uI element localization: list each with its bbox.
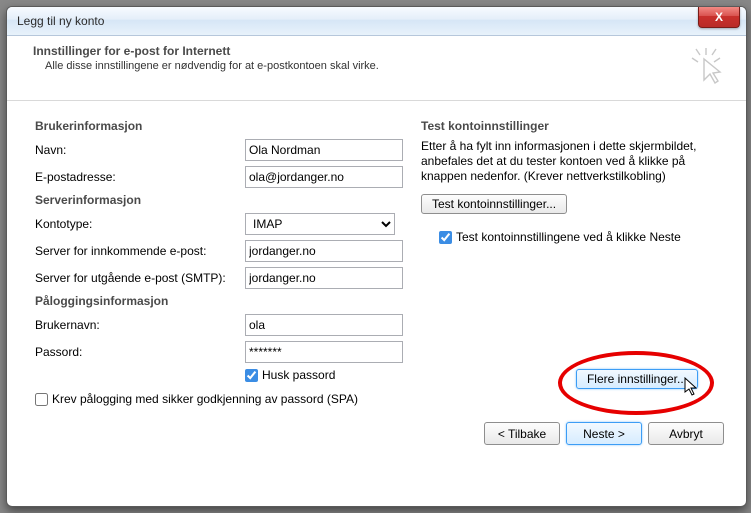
section-test-settings: Test kontoinnstillinger [421, 119, 724, 133]
name-field[interactable] [245, 139, 403, 161]
label-outgoing-server: Server for utgående e-post (SMTP): [35, 271, 245, 285]
more-settings-button[interactable]: Flere innstillinger... [576, 369, 698, 389]
row-outgoing-server: Server for utgående e-post (SMTP): [35, 267, 415, 289]
row-incoming-server: Server for innkommende e-post: [35, 240, 415, 262]
close-button[interactable]: X [698, 7, 740, 28]
cancel-button[interactable]: Avbryt [648, 422, 724, 445]
row-username: Brukernavn: [35, 314, 415, 336]
section-server-info: Serverinformasjon [35, 193, 415, 207]
header-title: Innstillinger for e-post for Internett [33, 44, 728, 58]
section-user-info: Brukerinformasjon [35, 119, 415, 133]
test-settings-button[interactable]: Test kontoinnstillinger... [421, 194, 567, 214]
label-account-type: Kontotype: [35, 217, 245, 231]
left-column: Brukerinformasjon Navn: E-postadresse: S… [35, 115, 415, 410]
incoming-server-field[interactable] [245, 240, 403, 262]
more-settings-container: Flere innstillinger... [576, 369, 698, 389]
row-email: E-postadresse: [35, 166, 415, 188]
outgoing-server-field[interactable] [245, 267, 403, 289]
wizard-cursor-icon [686, 46, 726, 86]
row-name: Navn: [35, 139, 415, 161]
header-panel: Innstillinger for e-post for Internett A… [7, 36, 746, 101]
row-remember-password: Husk passord [245, 368, 415, 382]
next-button[interactable]: Neste > [566, 422, 642, 445]
right-column: Test kontoinnstillinger Etter å ha fylt … [415, 115, 724, 410]
row-spa: Krev pålogging med sikker godkjenning av… [35, 392, 415, 406]
label-email: E-postadresse: [35, 170, 245, 184]
label-password: Passord: [35, 345, 245, 359]
label-name: Navn: [35, 143, 245, 157]
back-button[interactable]: < Tilbake [484, 422, 560, 445]
remember-password-checkbox[interactable] [245, 369, 258, 382]
row-test-on-next: Test kontoinnstillingene ved å klikke Ne… [439, 230, 724, 244]
spa-checkbox[interactable] [35, 393, 48, 406]
row-account-type: Kontotype: IMAP [35, 213, 415, 235]
test-on-next-checkbox[interactable] [439, 231, 452, 244]
remember-password-label: Husk passord [262, 368, 335, 382]
section-login-info: Påloggingsinformasjon [35, 294, 415, 308]
test-description: Etter å ha fylt inn informasjonen i dett… [421, 139, 724, 184]
label-username: Brukernavn: [35, 318, 245, 332]
header-subtitle: Alle disse innstillingene er nødvendig f… [45, 60, 728, 72]
label-incoming-server: Server for innkommende e-post: [35, 244, 245, 258]
title-bar[interactable]: Legg til ny konto X [7, 7, 746, 36]
account-type-select[interactable]: IMAP [245, 213, 395, 235]
email-field[interactable] [245, 166, 403, 188]
spa-label: Krev pålogging med sikker godkjenning av… [52, 392, 358, 406]
content-area: Brukerinformasjon Navn: E-postadresse: S… [7, 101, 746, 414]
close-icon: X [715, 10, 723, 24]
row-password: Passord: [35, 341, 415, 363]
window-title: Legg til ny konto [17, 14, 104, 28]
test-on-next-label: Test kontoinnstillingene ved å klikke Ne… [456, 230, 681, 244]
password-field[interactable] [245, 341, 403, 363]
dialog-window: Legg til ny konto X Innstillinger for e-… [6, 6, 747, 507]
footer-buttons: < Tilbake Neste > Avbryt [7, 414, 746, 457]
username-field[interactable] [245, 314, 403, 336]
